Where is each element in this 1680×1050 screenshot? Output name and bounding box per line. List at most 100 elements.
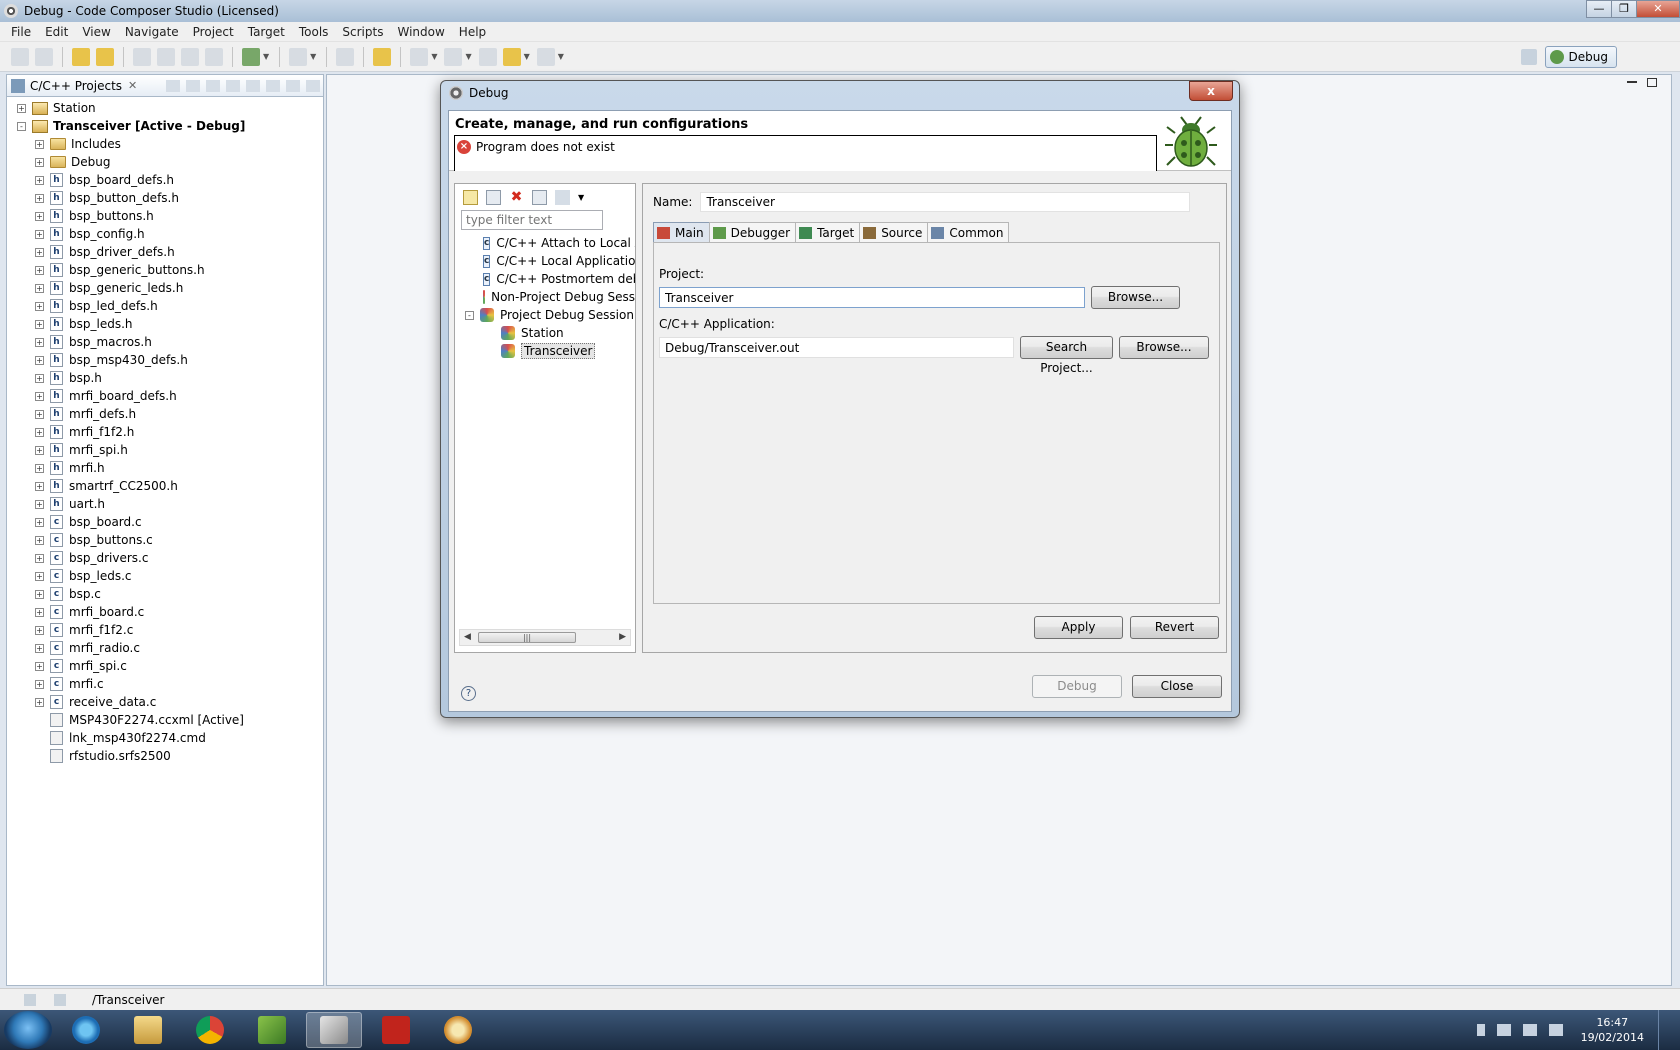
tree-item[interactable]: + Includes: [7, 135, 323, 153]
config-tree-item[interactable]: c C/C++ Postmortem deb: [455, 270, 635, 288]
expand-icon[interactable]: +: [35, 175, 44, 185]
step-return-icon[interactable]: [205, 47, 223, 66]
menu-navigate[interactable]: Navigate: [118, 25, 186, 39]
step-icon[interactable]: [133, 47, 151, 66]
help-icon[interactable]: ?: [461, 686, 476, 701]
tree-item[interactable]: + h bsp_button_defs.h: [7, 189, 323, 207]
filter-configurations-icon[interactable]: [555, 189, 570, 205]
expand-icon[interactable]: +: [35, 697, 44, 707]
close-button[interactable]: Close: [1132, 675, 1222, 698]
tree-item[interactable]: + h bsp_macros.h: [7, 333, 323, 351]
expand-icon[interactable]: +: [35, 625, 44, 635]
tree-item[interactable]: + h mrfi_f1f2.h: [7, 423, 323, 441]
debug-button[interactable]: Debug: [1032, 675, 1122, 698]
tree-item[interactable]: + c bsp.c: [7, 585, 323, 603]
debug-dropdown-icon[interactable]: ▼: [263, 52, 269, 61]
expand-icon[interactable]: +: [35, 463, 44, 473]
search-project-button[interactable]: Search Project...: [1020, 336, 1113, 375]
expand-icon[interactable]: +: [17, 103, 26, 113]
run-icon[interactable]: [289, 47, 308, 66]
tree-item[interactable]: + h bsp_config.h: [7, 225, 323, 243]
menu-tools[interactable]: Tools: [292, 25, 336, 39]
expand-icon[interactable]: +: [35, 211, 44, 221]
config-tree-item[interactable]: Transceiver: [455, 342, 635, 360]
debug-icon[interactable]: [242, 47, 260, 66]
forward-dropdown-icon[interactable]: ▼: [558, 52, 564, 61]
back-dropdown-icon[interactable]: ▼: [524, 52, 530, 61]
build-all-icon[interactable]: [96, 47, 114, 66]
back-arrow-icon[interactable]: [502, 47, 521, 66]
maximize-view-icon[interactable]: [306, 79, 320, 92]
scroll-left-icon[interactable]: ◀: [464, 632, 471, 642]
start-button[interactable]: [4, 1011, 52, 1049]
expand-icon[interactable]: +: [35, 589, 44, 599]
tree-item[interactable]: + h bsp_buttons.h: [7, 207, 323, 225]
expand-icon[interactable]: +: [35, 283, 44, 293]
view-menu-icon[interactable]: [266, 79, 280, 92]
delete-configuration-icon[interactable]: ✖: [509, 189, 524, 205]
apply-button[interactable]: Apply: [1034, 616, 1123, 639]
tree-item[interactable]: + c mrfi_board.c: [7, 603, 323, 621]
menu-project[interactable]: Project: [186, 25, 241, 39]
expand-icon[interactable]: +: [35, 139, 44, 149]
tree-item[interactable]: + h bsp_msp430_defs.h: [7, 351, 323, 369]
duplicate-configuration-icon[interactable]: [486, 189, 501, 205]
tab-main[interactable]: Main: [653, 222, 710, 242]
tree-item[interactable]: + h bsp_led_defs.h: [7, 297, 323, 315]
tree-item[interactable]: + c receive_data.c: [7, 693, 323, 711]
taskbar-paint[interactable]: [430, 1012, 486, 1048]
collapse-icon[interactable]: -: [17, 121, 26, 131]
network-icon[interactable]: [1522, 1024, 1537, 1036]
expand-icon[interactable]: +: [35, 553, 44, 563]
action-center-flag-icon[interactable]: [1496, 1024, 1511, 1036]
expand-icon[interactable]: +: [35, 247, 44, 257]
tree-item[interactable]: rfstudio.srfs2500: [7, 747, 323, 765]
new-fast-view-icon[interactable]: [24, 993, 36, 1006]
close-icon[interactable]: ✕: [128, 79, 137, 92]
collapse-icon[interactable]: -: [465, 310, 474, 320]
tree-item[interactable]: + c mrfi.c: [7, 675, 323, 693]
tree-item[interactable]: + c bsp_buttons.c: [7, 531, 323, 549]
project-browse-button[interactable]: Browse...: [1091, 286, 1180, 309]
tree-item[interactable]: + c mrfi_f1f2.c: [7, 621, 323, 639]
minimize-editor-icon[interactable]: [1627, 81, 1637, 83]
expand-icon[interactable]: +: [35, 643, 44, 653]
taskbar-tools[interactable]: [244, 1012, 300, 1048]
build-icon[interactable]: [72, 47, 90, 66]
step-into-icon[interactable]: [157, 47, 175, 66]
minimize-button[interactable]: —: [1586, 0, 1612, 18]
tree-item[interactable]: MSP430F2274.ccxml [Active]: [7, 711, 323, 729]
scroll-thumb[interactable]: |||: [478, 632, 576, 643]
prev-annotation-dropdown-icon[interactable]: ▼: [465, 52, 471, 61]
maximize-button[interactable]: ❐: [1611, 0, 1637, 18]
expand-icon[interactable]: +: [35, 301, 44, 311]
expand-icon[interactable]: +: [35, 409, 44, 419]
tree-item[interactable]: + h mrfi_board_defs.h: [7, 387, 323, 405]
tab-target[interactable]: Target: [795, 222, 861, 242]
taskbar-ccs[interactable]: [306, 1012, 362, 1048]
menu-view[interactable]: View: [75, 25, 117, 39]
scroll-right-icon[interactable]: ▶: [619, 632, 626, 642]
forward-icon[interactable]: [186, 79, 200, 92]
next-annotation-icon[interactable]: [410, 47, 429, 66]
expand-icon[interactable]: +: [35, 571, 44, 581]
expand-icon[interactable]: +: [35, 661, 44, 671]
config-tree-item[interactable]: Non-Project Debug Sess: [455, 288, 635, 306]
taskbar-explorer[interactable]: [120, 1012, 176, 1048]
link-editor-icon[interactable]: [246, 79, 260, 92]
maximize-editor-icon[interactable]: [1647, 78, 1657, 87]
filter-dropdown-icon[interactable]: ▼: [578, 190, 586, 205]
config-tree-item[interactable]: - Project Debug Session: [455, 306, 635, 324]
tree-item[interactable]: + h mrfi.h: [7, 459, 323, 477]
expand-icon[interactable]: +: [35, 607, 44, 617]
dialog-close-button[interactable]: x: [1189, 81, 1233, 101]
taskbar-acrobat[interactable]: [368, 1012, 424, 1048]
show-desktop-button[interactable]: [1658, 1010, 1670, 1050]
tree-item[interactable]: + c mrfi_spi.c: [7, 657, 323, 675]
tab-debugger[interactable]: Debugger: [708, 222, 797, 242]
project-input[interactable]: [659, 287, 1085, 308]
volume-icon[interactable]: [1548, 1024, 1563, 1036]
tree-item[interactable]: + h bsp_generic_leds.h: [7, 279, 323, 297]
taskbar-chrome[interactable]: [182, 1012, 238, 1048]
tree-item[interactable]: + h smartrf_CC2500.h: [7, 477, 323, 495]
